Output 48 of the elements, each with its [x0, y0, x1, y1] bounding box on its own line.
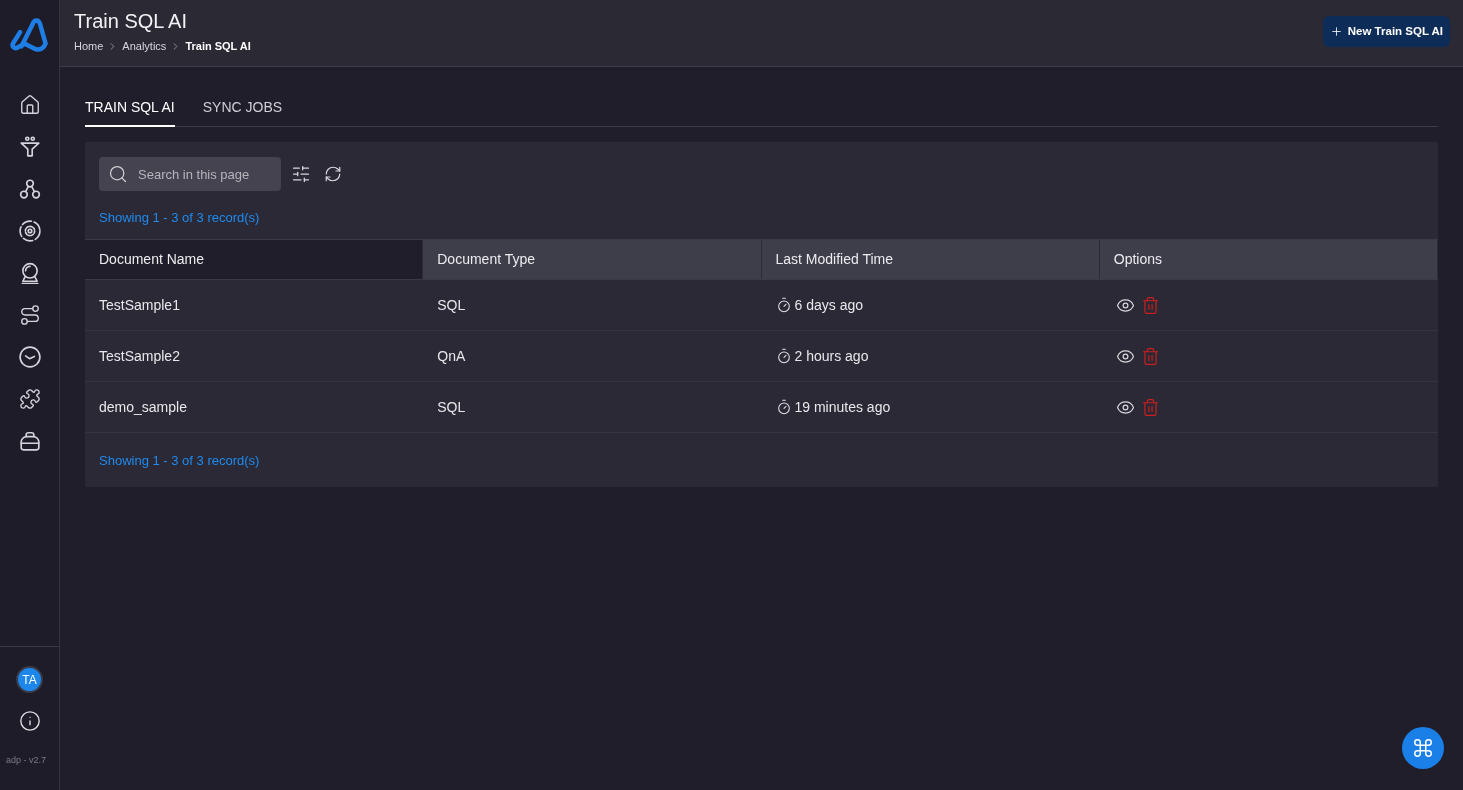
version-text: adp - v2.7 [6, 754, 47, 766]
timestamp-text: 6 days ago [794, 295, 863, 315]
column-header[interactable]: Options [1099, 240, 1438, 279]
breadcrumb-link[interactable]: Analytics [122, 38, 167, 55]
dashed-circle-icon[interactable] [18, 220, 41, 242]
column-header[interactable]: Document Name [85, 240, 424, 279]
breadcrumb-link[interactable]: Home [74, 38, 104, 55]
search-icon [108, 164, 128, 184]
column-header[interactable]: Document Type [423, 240, 762, 279]
puzzle-icon[interactable] [18, 388, 41, 410]
column-header[interactable]: Last Modified Time [761, 240, 1100, 279]
command-icon [1412, 737, 1434, 759]
table-cell: QnA [437, 348, 466, 364]
funnel-icon[interactable] [18, 136, 41, 158]
table-cell: SQL [437, 297, 466, 313]
timestamp-text: 2 hours ago [794, 346, 869, 366]
network-icon[interactable] [18, 178, 41, 200]
refresh-icon[interactable] [324, 165, 342, 183]
info-icon[interactable] [18, 710, 41, 732]
table-cell: demo_sample [99, 399, 187, 415]
trash-icon[interactable] [1140, 295, 1160, 315]
plus-icon [1329, 25, 1343, 38]
filter-sliders-icon[interactable] [291, 164, 311, 184]
page-title: Train SQL AI [74, 9, 188, 34]
search-field[interactable]: Search in this page [99, 157, 281, 191]
stopwatch-icon [775, 348, 792, 364]
crystal-ball-icon[interactable] [18, 262, 41, 284]
breadcrumb-link[interactable]: Train SQL AI [185, 38, 251, 55]
user-avatar[interactable]: TA [16, 666, 43, 693]
route-icon[interactable] [18, 304, 41, 326]
stopwatch-icon [775, 297, 792, 313]
trash-icon[interactable] [1140, 346, 1160, 366]
record-count-text: Showing 1 - 3 of 3 record(s) [99, 453, 260, 468]
table-cell: TestSample1 [99, 297, 180, 313]
trash-icon[interactable] [1140, 397, 1160, 417]
home-icon[interactable] [18, 94, 41, 116]
timestamp-text: 19 minutes ago [794, 397, 891, 417]
table-cell: SQL [437, 399, 466, 415]
table-cell: TestSample2 [99, 348, 180, 364]
tab[interactable]: TRAIN SQL AI [85, 90, 175, 127]
tab[interactable]: SYNC JOBS [202, 90, 283, 127]
bag-icon[interactable] [18, 430, 41, 452]
command-button[interactable] [1402, 727, 1444, 769]
logo-icon[interactable] [9, 18, 50, 52]
new-train-sql-ai-button[interactable]: New Train SQL AI [1322, 16, 1450, 47]
record-count-text: Showing 1 - 3 of 3 record(s) [99, 210, 260, 225]
clock-icon[interactable] [18, 346, 41, 368]
stopwatch-icon [775, 399, 792, 415]
